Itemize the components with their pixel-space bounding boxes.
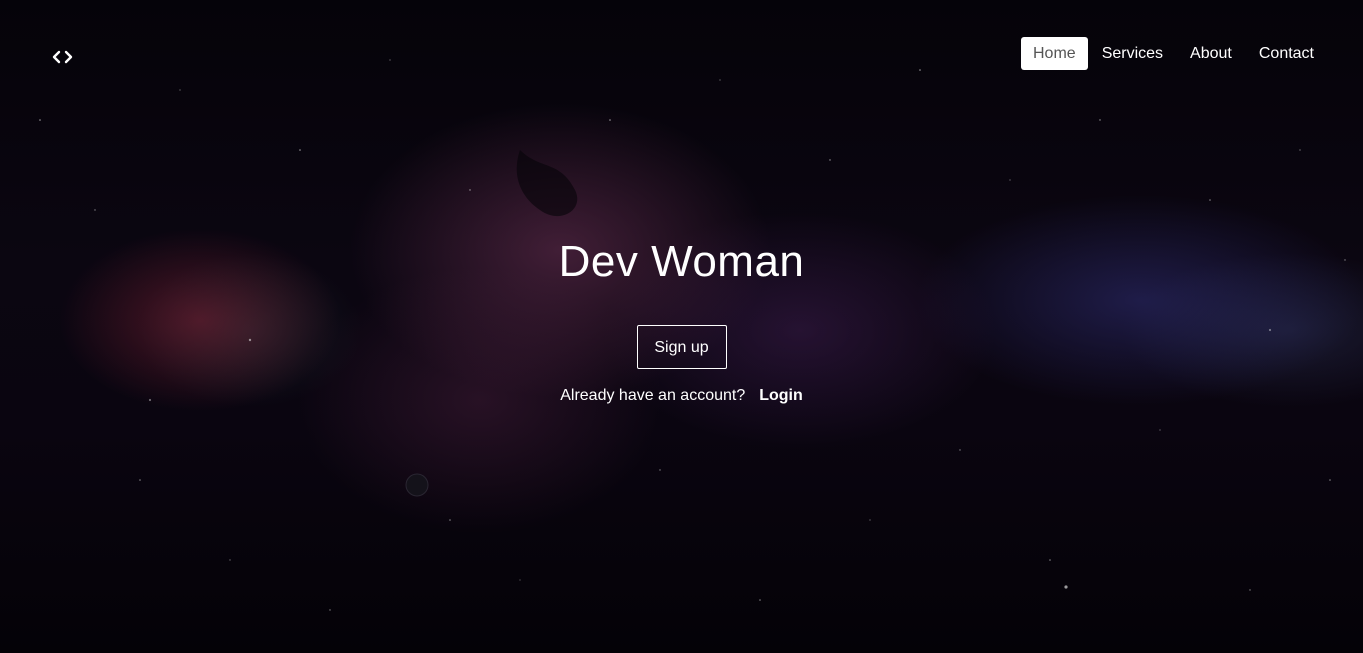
hero-content: Dev Woman Sign up Already have an accoun… bbox=[0, 232, 1363, 405]
hero-section: Home Services About Contact Dev Woman Si… bbox=[0, 0, 1363, 653]
nav-services[interactable]: Services bbox=[1089, 37, 1176, 70]
nav-contact[interactable]: Contact bbox=[1246, 37, 1327, 70]
code-brackets-icon[interactable] bbox=[51, 47, 75, 67]
signup-button[interactable]: Sign up bbox=[636, 325, 727, 369]
top-navigation-bar: Home Services About Contact bbox=[0, 0, 1363, 100]
login-prompt: Already have an account? Login bbox=[0, 387, 1363, 405]
login-link[interactable]: Login bbox=[759, 387, 803, 404]
nav-about[interactable]: About bbox=[1177, 37, 1245, 70]
nav-home[interactable]: Home bbox=[1021, 37, 1088, 70]
page-title: Dev Woman bbox=[558, 237, 805, 286]
main-nav: Home Services About Contact bbox=[1020, 37, 1327, 70]
account-prompt-text: Already have an account? bbox=[560, 387, 746, 404]
